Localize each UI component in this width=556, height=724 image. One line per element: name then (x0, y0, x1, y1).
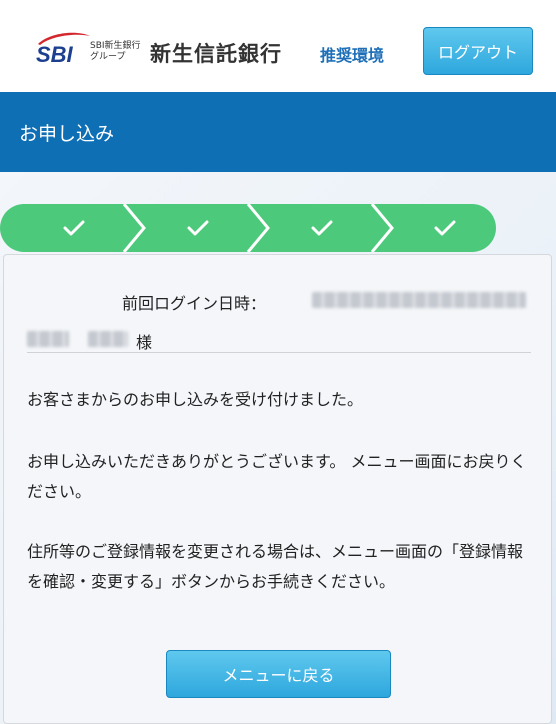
back-to-menu-button[interactable]: メニューに戻る (166, 650, 391, 698)
bank-name: 新生信託銀行 (150, 42, 282, 66)
message-address-change: 住所等のご登録情報を変更される場合は、メニュー画面の「登録情報を確認・変更する」… (27, 542, 524, 591)
step-2-check-icon (187, 220, 209, 236)
divider (27, 352, 531, 353)
page-title: お申し込み (19, 123, 115, 145)
logout-button[interactable]: ログアウト (423, 27, 533, 75)
header: SBI SBI新生銀行 グループ 新生信託銀行 推奨環境 ログアウト (0, 0, 556, 92)
title-bar: お申し込み (0, 92, 556, 172)
page: SBI SBI新生銀行 グループ 新生信託銀行 推奨環境 ログアウト お申し込み… (0, 0, 556, 724)
message-thanks: お申し込みいただきありがとうございます。 メニュー画面にお戻りください。 (27, 452, 527, 501)
last-login-label: 前回ログイン日時： (122, 294, 267, 313)
recommended-environment-link[interactable]: 推奨環境 (320, 42, 384, 66)
customer-first-name-redacted (88, 331, 128, 347)
step-1-check-icon (63, 220, 85, 236)
step-3-check-icon (311, 220, 333, 236)
last-login-datetime-redacted (312, 292, 526, 308)
sbi-logo-icon: SBI (36, 32, 90, 66)
logo-text: SBI (36, 42, 74, 66)
honorific: 様 (136, 333, 153, 352)
step-4-check-icon (434, 220, 456, 236)
customer-last-name-redacted (27, 331, 69, 347)
message-received: お客さまからのお申し込みを受け付けました。 (27, 390, 364, 409)
logo-subtitle: SBI新生銀行 グループ (90, 41, 141, 62)
